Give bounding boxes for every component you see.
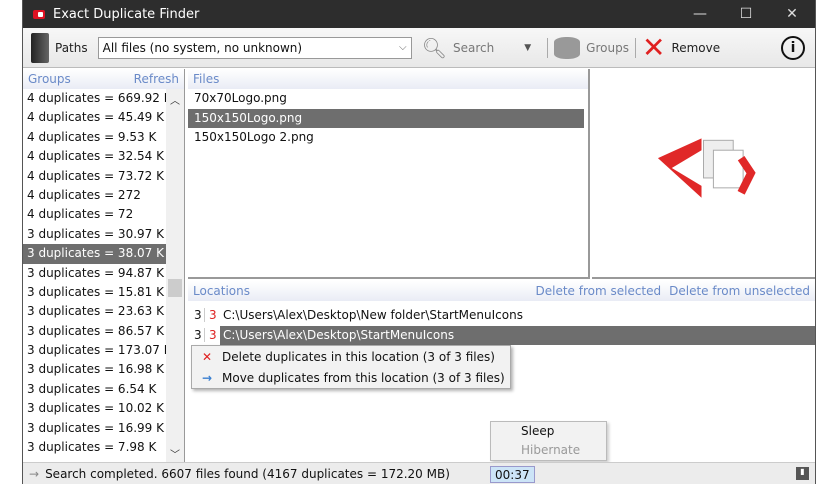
location-row[interactable]: 3 3 C:\Users\Alex\Desktop\StartMenuIcons — [188, 325, 815, 345]
group-item[interactable]: 3 duplicates = 23.63 K — [23, 302, 166, 321]
group-item[interactable]: 3 duplicates = 173.07 K — [23, 341, 172, 360]
group-item[interactable]: 4 duplicates = 45.49 K — [23, 108, 166, 127]
paths-button[interactable]: Paths — [55, 41, 88, 55]
location-dup-count: 3 — [204, 328, 220, 342]
group-item[interactable]: 3 duplicates = 16.99 K — [23, 419, 166, 438]
groups-scrollbar[interactable]: ︿ ﹀ — [166, 89, 184, 464]
arrow-right-icon: → — [201, 370, 213, 385]
search-dropdown-icon[interactable]: ▼ — [524, 43, 531, 53]
preview-panel — [592, 69, 815, 279]
database-icon[interactable] — [554, 36, 581, 59]
chart-icon[interactable]: ▮ — [796, 467, 809, 480]
info-button[interactable]: i — [781, 35, 805, 60]
context-menu: ✕ Delete duplicates in this location (3 o… — [191, 345, 511, 389]
refresh-link[interactable]: Refresh — [134, 72, 179, 86]
search-icon[interactable]: 🔍︎ — [422, 36, 447, 60]
close-button[interactable]: ✕ — [769, 6, 815, 22]
group-item[interactable]: 3 duplicates = 38.07 K — [23, 244, 166, 264]
group-item[interactable]: 4 duplicates = 72 — [23, 205, 166, 224]
remove-icon[interactable]: ✕ — [642, 31, 665, 64]
separator — [547, 37, 549, 58]
menu-item-delete[interactable]: ✕ Delete duplicates in this location (3 o… — [192, 346, 510, 367]
file-preview-icon — [657, 138, 756, 198]
groups-header: Groups — [28, 72, 71, 86]
menu-label: Delete duplicates in this location (3 of… — [222, 349, 495, 364]
group-item[interactable]: 3 duplicates = 16.98 K — [23, 360, 166, 379]
minimize-button[interactable]: — — [677, 6, 723, 22]
filter-value: All files (no system, no unknown) — [102, 40, 303, 55]
location-path: C:\Users\Alex\Desktop\StartMenuIcons — [220, 325, 815, 345]
location-path: C:\Users\Alex\Desktop\New folder\StartMe… — [223, 307, 523, 322]
delete-from-selected-link[interactable]: Delete from selected — [536, 284, 662, 298]
chevron-down-icon: ⌵ — [399, 42, 407, 53]
group-item[interactable]: 3 duplicates = 10.02 K — [23, 399, 166, 418]
group-item[interactable]: 4 duplicates = 9.53 K — [23, 128, 166, 147]
title-bar: Exact Duplicate Finder — ☐ ✕ — [23, 0, 815, 28]
location-dup-count: 3 — [204, 308, 220, 322]
group-item[interactable]: 3 duplicates = 15.81 K — [23, 283, 166, 302]
group-item[interactable]: 4 duplicates = 32.54 K — [23, 147, 166, 166]
group-item[interactable]: 3 duplicates = 94.87 K — [23, 264, 166, 283]
file-item[interactable]: 150x150Logo.png — [188, 108, 584, 128]
window-title: Exact Duplicate Finder — [53, 6, 200, 22]
delete-icon: ✕ — [201, 349, 213, 364]
group-item[interactable]: 3 duplicates = 6.54 K — [23, 380, 166, 399]
separator — [634, 37, 636, 58]
file-item[interactable]: 70x70Logo.png — [188, 89, 584, 109]
delete-from-unselected-link[interactable]: Delete from unselected — [669, 284, 810, 298]
file-item[interactable]: 150x150Logo 2.png — [188, 128, 584, 148]
location-row[interactable]: 3 3 C:\Users\Alex\Desktop\New folder\Start… — [188, 305, 815, 325]
maximize-button[interactable]: ☐ — [723, 6, 769, 22]
status-bar: → Search completed. 6607 files found (41… — [23, 462, 815, 484]
toolbar: Paths All files (no system, no unknown) ⌵… — [23, 28, 815, 68]
app-logo-icon — [33, 9, 45, 19]
groups-panel: Groups Refresh 4 duplicates = 669.92 K4 d… — [23, 69, 185, 464]
locations-header: Locations — [193, 284, 251, 298]
group-item[interactable]: 3 duplicates = 86.57 K — [23, 322, 166, 341]
scroll-thumb[interactable] — [168, 279, 182, 297]
group-item[interactable]: 4 duplicates = 272 — [23, 186, 166, 205]
menu-item-sleep[interactable]: Sleep — [491, 422, 606, 441]
filter-select[interactable]: All files (no system, no unknown) ⌵ — [97, 36, 412, 59]
files-header: Files — [193, 72, 220, 86]
menu-item-hibernate[interactable]: Hibernate — [491, 441, 606, 460]
location-count: 3 — [194, 308, 202, 322]
group-item[interactable]: 3 duplicates = 30.97 K — [23, 225, 166, 244]
group-item[interactable]: 3 duplicates = 7.98 K — [23, 438, 166, 457]
app-window: Exact Duplicate Finder — ☐ ✕ Paths All f… — [22, 0, 816, 484]
paths-icon[interactable] — [31, 32, 49, 63]
scroll-down-icon[interactable]: ﹀ — [166, 446, 184, 461]
group-item[interactable]: 4 duplicates = 73.72 K — [23, 167, 166, 186]
status-text: Search completed. 6607 files found (4167… — [45, 466, 450, 481]
remove-button[interactable]: Remove — [671, 41, 720, 55]
power-menu: Sleep Hibernate — [490, 421, 607, 461]
groups-button[interactable]: Groups — [586, 41, 629, 55]
timer[interactable]: 00:37 — [490, 466, 535, 483]
menu-item-move[interactable]: → Move duplicates from this location (3 o… — [192, 367, 510, 388]
location-count: 3 — [194, 328, 202, 342]
arrow-right-icon: → — [29, 466, 40, 481]
search-button[interactable]: Search — [453, 41, 494, 55]
files-panel: Files 70x70Logo.png 150x150Logo.png 150x15… — [188, 69, 590, 279]
scroll-up-icon[interactable]: ︿ — [166, 92, 184, 107]
group-item[interactable]: 4 duplicates = 669.92 K — [23, 89, 172, 108]
menu-label: Move duplicates from this location (3 of… — [222, 370, 505, 385]
